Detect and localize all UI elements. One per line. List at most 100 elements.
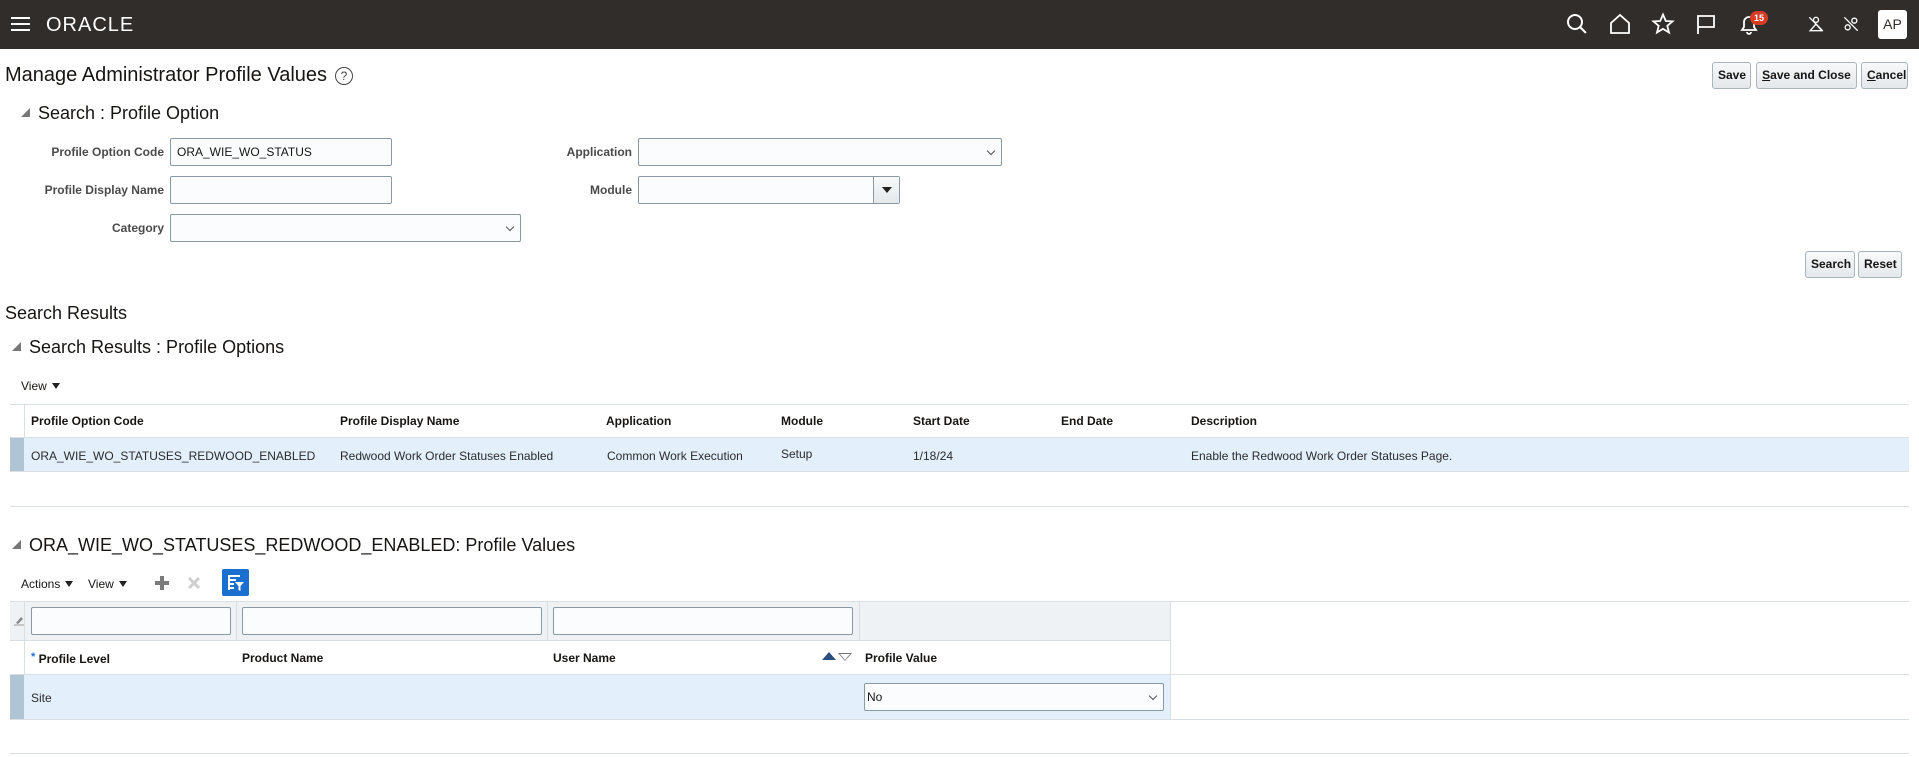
values-panel-title: ORA_WIE_WO_STATUSES_REDWOOD_ENABLED: Pro…	[29, 535, 576, 555]
clear-filter-icon[interactable]	[14, 614, 24, 626]
filter-product-name-input[interactable]	[242, 607, 542, 635]
column-divider	[236, 601, 237, 640]
user-avatar[interactable]: AP	[1878, 10, 1907, 39]
cancel-accel: C	[1867, 68, 1876, 82]
dropdown-arrow-icon	[65, 581, 74, 587]
values-view-menu[interactable]: View	[88, 577, 127, 591]
profile-option-code-label: Profile Option Code	[51, 145, 164, 159]
sort-descending-icon[interactable]	[838, 653, 852, 661]
search-panel-title: Search : Profile Option	[38, 103, 220, 123]
table-border	[10, 506, 1909, 507]
cell-module: Setup	[781, 447, 813, 461]
col-header-product-name[interactable]: Product Name	[242, 651, 323, 665]
column-divider	[547, 601, 548, 640]
favorites-icon[interactable]	[1651, 12, 1675, 36]
add-icon[interactable]	[154, 575, 170, 591]
dropdown-arrow-icon	[882, 187, 892, 193]
sort-ascending-icon[interactable]	[822, 652, 836, 660]
results-panel-title: Search Results : Profile Options	[29, 337, 285, 357]
module-dropdown-button[interactable]	[873, 177, 899, 203]
page-title: Manage Administrator Profile Values	[5, 64, 328, 86]
column-divider	[859, 601, 860, 640]
cell-profile-display-name: Redwood Work Order Statuses Enabled	[340, 449, 554, 463]
actions-menu-label: Actions	[21, 577, 61, 591]
col-header-module[interactable]: Module	[781, 414, 823, 428]
module-label: Module	[590, 183, 632, 197]
category-select[interactable]	[170, 214, 521, 242]
collapse-icon[interactable]	[21, 108, 30, 117]
profile-value-select[interactable]: No	[864, 683, 1164, 711]
cell-description: Enable the Redwood Work Order Statuses P…	[1191, 449, 1453, 463]
required-indicator: *	[31, 651, 36, 663]
row-selection-indicator[interactable]	[10, 438, 24, 471]
table-border	[10, 404, 1909, 405]
row-selection-indicator[interactable]	[10, 675, 24, 719]
search-panel-header[interactable]: Search : Profile Option	[21, 103, 219, 124]
col-header-profile-display-name[interactable]: Profile Display Name	[340, 414, 459, 428]
save-and-close-label: ave and Close	[1770, 68, 1851, 82]
table-border	[10, 719, 1909, 720]
flag-icon[interactable]	[1694, 12, 1718, 36]
filter-profile-level-input[interactable]	[31, 607, 231, 635]
view-menu-label: View	[88, 577, 114, 591]
values-panel-header[interactable]: ORA_WIE_WO_STATUSES_REDWOOD_ENABLED: Pro…	[12, 535, 575, 556]
link-off-icon[interactable]	[1841, 14, 1861, 34]
table-border	[10, 601, 1909, 602]
collapse-icon[interactable]	[12, 540, 21, 549]
application-select[interactable]	[638, 138, 1002, 166]
category-label: Category	[111, 221, 164, 235]
chevron-down-icon	[986, 146, 996, 156]
view-menu-label: View	[21, 379, 47, 393]
delete-icon[interactable]	[187, 576, 201, 590]
table-border	[10, 640, 1170, 641]
dropdown-arrow-icon	[118, 581, 127, 587]
application-label: Application	[566, 145, 632, 159]
dropdown-arrow-icon	[51, 383, 60, 389]
results-view-menu[interactable]: View	[21, 379, 60, 393]
global-header: ORACLE 15 AP	[0, 0, 1919, 49]
chevron-down-icon	[505, 222, 515, 232]
table-border	[10, 753, 1909, 754]
module-input[interactable]	[638, 176, 900, 204]
col-header-profile-level[interactable]: * Profile Level	[31, 651, 110, 666]
search-results-heading: Search Results	[5, 303, 128, 323]
col-header-start-date[interactable]: Start Date	[913, 414, 970, 428]
save-and-close-button[interactable]: Save and Close	[1756, 62, 1857, 89]
reset-button[interactable]: Reset	[1858, 251, 1902, 278]
col-header-application[interactable]: Application	[606, 414, 671, 428]
cell-profile-level: Site	[31, 691, 52, 705]
profile-level-label: Profile Level	[38, 652, 110, 666]
query-by-example-icon[interactable]	[222, 569, 249, 596]
profile-display-name-input[interactable]	[170, 176, 392, 204]
results-panel-header[interactable]: Search Results : Profile Options	[12, 337, 284, 358]
search-icon[interactable]	[1565, 12, 1589, 36]
help-icon[interactable]: ?	[335, 67, 353, 85]
profile-option-code-input[interactable]: ORA_WIE_WO_STATUS	[170, 138, 392, 166]
profile-display-name-label: Profile Display Name	[44, 183, 164, 197]
col-header-user-name[interactable]: User Name	[553, 651, 616, 665]
col-header-end-date[interactable]: End Date	[1061, 414, 1113, 428]
table-border	[10, 471, 1909, 472]
profile-value: No	[867, 690, 883, 704]
cancel-button[interactable]: Cancel	[1861, 62, 1908, 89]
col-header-profile-value[interactable]: Profile Value	[865, 651, 937, 665]
cell-application: Common Work Execution	[607, 449, 743, 463]
accessibility-off-icon[interactable]	[1806, 14, 1826, 34]
collapse-icon[interactable]	[12, 342, 21, 351]
save-button[interactable]: Save	[1712, 62, 1751, 89]
save-and-close-accel: S	[1762, 68, 1771, 82]
chevron-down-icon	[1148, 691, 1158, 701]
oracle-logo: ORACLE	[46, 14, 135, 36]
cell-start-date: 1/18/24	[913, 449, 954, 463]
col-header-description[interactable]: Description	[1191, 414, 1257, 428]
cell-profile-option-code: ORA_WIE_WO_STATUSES_REDWOOD_ENABLED	[31, 449, 316, 463]
table-right-edge	[1170, 601, 1171, 719]
col-header-profile-option-code[interactable]: Profile Option Code	[31, 414, 144, 428]
home-icon[interactable]	[1608, 12, 1632, 36]
notification-count-badge: 15	[1750, 11, 1769, 25]
menu-icon[interactable]	[11, 17, 30, 31]
actions-menu[interactable]: Actions	[21, 577, 74, 591]
cancel-label: ancel	[1875, 68, 1907, 82]
filter-user-name-input[interactable]	[553, 607, 853, 635]
search-button[interactable]: Search	[1805, 251, 1855, 278]
